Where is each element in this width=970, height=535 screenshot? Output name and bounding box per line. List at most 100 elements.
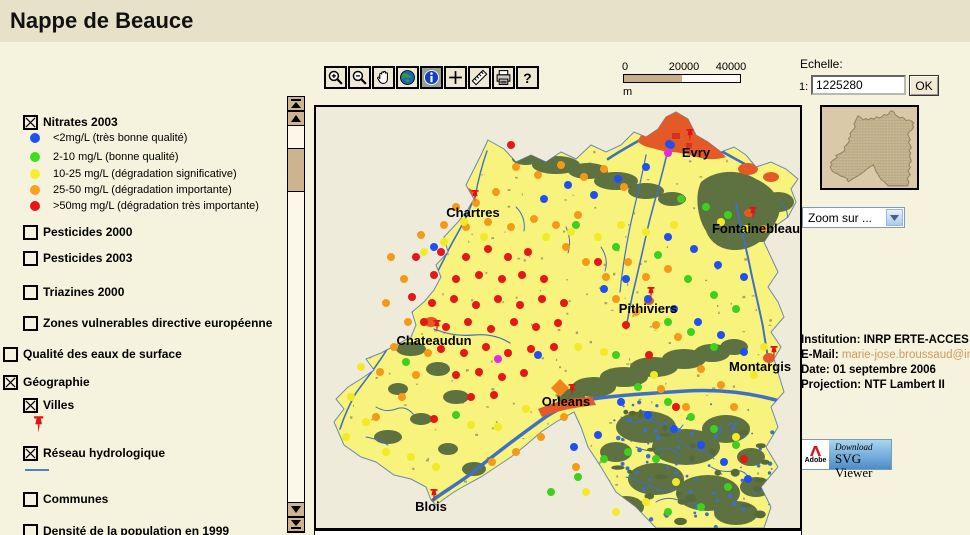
legend-scrollbar-thumb[interactable] — [287, 148, 305, 192]
nitrate-point-orange — [512, 163, 520, 171]
nitrate-point-yellow — [642, 498, 650, 506]
nitrate-point-green — [710, 425, 718, 433]
nitrate-point-yellow — [650, 371, 658, 379]
nitrate-point-yellow — [582, 488, 590, 496]
help-button[interactable]: ? — [516, 66, 539, 89]
nitrate-point-red — [472, 301, 480, 309]
nitrate-point-blue — [717, 331, 725, 339]
nitrate-point-yellow — [642, 228, 650, 236]
zoom-to-dropdown[interactable]: Zoom sur ... — [802, 207, 905, 228]
zoom-out-button[interactable] — [348, 66, 371, 89]
print-button[interactable] — [492, 66, 515, 89]
nitrate-point-blue — [720, 458, 728, 466]
adobe-a-icon — [809, 445, 823, 457]
nitrate-point-orange — [412, 371, 420, 379]
nitrate-point-yellow — [760, 343, 768, 351]
nitrate-point-orange — [624, 258, 632, 266]
adobe-logo: Adobe — [802, 440, 829, 469]
info-button[interactable] — [420, 66, 443, 89]
nitrate-point-red — [504, 349, 512, 357]
nitrate-point-red — [412, 253, 420, 261]
nitrate-point-orange — [512, 448, 520, 456]
layer-checkbox-communes[interactable] — [23, 492, 38, 507]
nitrate-point-green — [664, 508, 672, 516]
nitrate-point-blue — [665, 140, 673, 148]
nitrate-point-yellow — [382, 448, 390, 456]
scalebar-tick-1: 20000 — [663, 61, 705, 73]
nitrate-point-red — [430, 415, 438, 423]
nitrate-point-orange — [400, 275, 408, 283]
legend-layer-nitrates-2003: Nitrates 2003 — [23, 115, 118, 130]
nitrate-class-row: 25-50 mg/L (dégradation importante) — [30, 184, 232, 196]
info-icon — [423, 69, 440, 86]
nitrate-point-red — [622, 321, 630, 329]
overview-map-shape — [822, 107, 917, 188]
overview-map[interactable] — [820, 105, 919, 190]
nitrate-point-green — [600, 455, 608, 463]
nitrate-point-yellow — [342, 433, 350, 441]
nitrate-point-orange — [398, 393, 406, 401]
scroll-up-button[interactable] — [287, 111, 305, 126]
nitrate-point-green — [702, 203, 710, 211]
nitrate-point-orange — [417, 231, 425, 239]
nitrate-point-orange — [730, 403, 738, 411]
nitrate-point-green — [732, 441, 740, 449]
measure-button[interactable] — [468, 66, 491, 89]
zoom-in-button[interactable] — [324, 66, 347, 89]
nitrate-point-red — [524, 248, 532, 256]
layer-checkbox-pesticides-2000[interactable] — [23, 225, 38, 240]
zoom-to-value: Zoom sur ... — [808, 211, 872, 225]
nitrate-point-orange — [682, 403, 690, 411]
map-horizontal-scrollbar[interactable] — [314, 530, 802, 535]
nitrate-point-green — [402, 358, 410, 366]
layer-label: Communes — [43, 492, 108, 507]
layer-checkbox-villes[interactable] — [23, 398, 38, 413]
nitrate-point-red — [520, 369, 528, 377]
map-viewport[interactable]: ChartresEvryFontainebleauPithiviersChate… — [314, 105, 802, 530]
layer-checkbox-nitrates-2003[interactable] — [23, 115, 38, 130]
layer-checkbox-geographie[interactable] — [3, 375, 18, 390]
nitrate-point-red — [594, 258, 602, 266]
legend-layer-densite-population-1999: Densité de la population en 1999 — [23, 524, 229, 535]
nitrate-point-blue — [740, 273, 748, 281]
nitrate-point-blue — [644, 411, 652, 419]
center-button[interactable] — [444, 66, 467, 89]
nitrate-point-red — [452, 371, 460, 379]
scale-ok-button[interactable]: OK — [909, 75, 939, 96]
layer-checkbox-qualite-eaux-surface[interactable] — [3, 347, 18, 362]
layer-checkbox-densite-population-1999[interactable] — [23, 524, 38, 535]
layer-checkbox-reseau-hydrologique[interactable] — [23, 446, 38, 461]
layer-checkbox-triazines-2000[interactable] — [23, 285, 38, 300]
city-label-orleans: Orleans — [542, 394, 590, 409]
nitrate-point-orange — [440, 221, 448, 229]
scalebar-tick-2: 40000 — [710, 61, 752, 73]
nitrate-point-yellow — [440, 238, 448, 246]
layer-label: Zones vulnerables directive européenne — [43, 316, 272, 331]
nitrate-point-orange — [424, 349, 432, 357]
layer-checkbox-zones-vulnerables[interactable] — [23, 316, 38, 331]
adobe-svg-viewer-badge[interactable]: Adobe Download SVG Viewer — [801, 439, 892, 470]
nitrate-point-yellow — [432, 463, 440, 471]
layer-checkbox-pesticides-2003[interactable] — [23, 251, 38, 266]
globe-icon — [399, 69, 416, 86]
class-label: 10-25 mg/L (dégradation significative) — [53, 168, 237, 180]
full-extent-button[interactable] — [396, 66, 419, 89]
scroll-down-button[interactable] — [287, 502, 305, 517]
nitrate-point-orange — [657, 385, 665, 393]
scale-prefix: 1: — [799, 81, 808, 93]
email-link[interactable]: marie-jose.broussaud@inrp.fr — [842, 349, 970, 361]
nitrate-point-orange — [488, 458, 496, 466]
layer-label: Triazines 2000 — [43, 285, 124, 300]
nitrate-point-yellow — [494, 423, 502, 431]
pan-button[interactable] — [372, 66, 395, 89]
scale-input[interactable] — [811, 75, 906, 95]
nitrate-point-blue — [694, 318, 702, 326]
scroll-to-bottom-button[interactable] — [287, 517, 305, 532]
map-canvas[interactable]: ChartresEvryFontainebleauPithiviersChate… — [316, 107, 800, 528]
nitrate-point-yellow — [542, 233, 550, 241]
scroll-to-top-button[interactable] — [287, 96, 305, 111]
badge-product-text: SVG Viewer — [835, 452, 891, 480]
nitrate-point-red — [484, 245, 492, 253]
chevron-down-icon[interactable] — [886, 209, 903, 226]
nitrate-point-red — [452, 275, 460, 283]
